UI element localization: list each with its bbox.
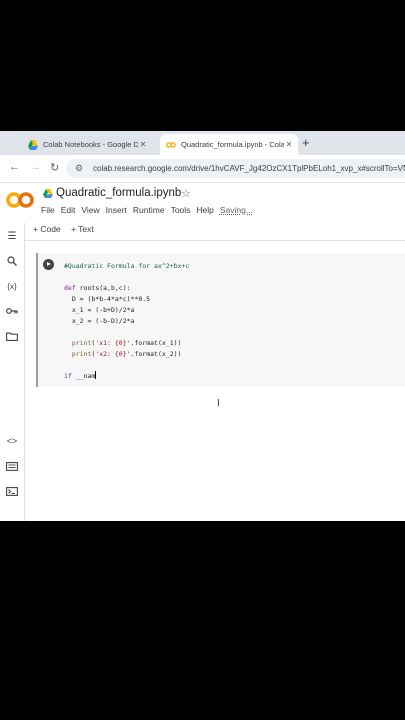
code-line: print('x2: {0}'.format(x_2)): [71, 350, 182, 358]
code-line: x_1 = (-b+D)/2*a: [64, 306, 135, 314]
menu-tools[interactable]: Tools: [171, 205, 191, 215]
files-icon[interactable]: [5, 329, 19, 343]
text-cursor: [95, 371, 97, 379]
menu-help[interactable]: Help: [196, 205, 213, 215]
tab-colab-notebooks[interactable]: Colab Notebooks - Google Drive ✕: [22, 134, 152, 155]
notebook-toolbar: + Code + Text: [25, 223, 405, 240]
google-drive-icon: [43, 189, 53, 198]
address-bar: ← → ↻ ⚙ colab.research.google.com/drive/…: [0, 155, 405, 183]
reload-icon[interactable]: ↻: [50, 161, 59, 174]
google-drive-icon: [28, 139, 38, 150]
star-icon[interactable]: ☆: [181, 187, 191, 200]
tab-title: Quadratic_formula.ipynb - Colab: [181, 140, 284, 149]
command-palette-icon[interactable]: [5, 459, 19, 473]
secrets-key-icon[interactable]: [5, 304, 19, 318]
url-field[interactable]: ⚙ colab.research.google.com/drive/1hvCAV…: [66, 159, 405, 178]
mouse-ibeam-icon: I: [217, 398, 220, 409]
forward-icon[interactable]: →: [30, 161, 41, 173]
colab-header: Quadratic_formula.ipynb ☆ File Edit View…: [0, 183, 405, 223]
code-snippets-icon[interactable]: <>: [5, 434, 19, 448]
notebook-title[interactable]: Quadratic_formula.ipynb: [56, 187, 181, 199]
tab-title: Colab Notebooks - Google Drive: [43, 140, 138, 149]
menu-runtime[interactable]: Runtime: [133, 205, 165, 215]
browser-tab-bar: Colab Notebooks - Google Drive ✕ Quadrat…: [0, 131, 405, 155]
back-icon[interactable]: ←: [9, 161, 20, 173]
add-text-cell-button[interactable]: + Text: [71, 224, 94, 234]
colab-logo-icon[interactable]: [6, 191, 34, 209]
code-line: D = (b*b-4*a*c)**0.5: [64, 295, 151, 303]
run-cell-button[interactable]: [43, 259, 54, 270]
close-tab-icon[interactable]: ✕: [284, 140, 294, 149]
close-tab-icon[interactable]: ✕: [138, 140, 148, 149]
code-cell[interactable]: #Quadratic Formula for ax^2+bx+c def roo…: [36, 253, 405, 387]
code-line: #Quadratic Formula for ax^2+bx+c: [64, 262, 190, 270]
search-icon[interactable]: [5, 254, 19, 268]
menu-insert[interactable]: Insert: [106, 205, 127, 215]
add-code-cell-button[interactable]: + Code: [33, 224, 61, 234]
table-of-contents-icon[interactable]: ☰: [5, 229, 19, 243]
menu-bar: File Edit View Insert Runtime Tools Help…: [41, 205, 253, 215]
code-line: x_2 = (-b-D)/2*a: [64, 317, 135, 325]
variables-icon[interactable]: {x}: [5, 279, 19, 293]
tab-quadratic-formula[interactable]: Quadratic_formula.ipynb - Colab ✕: [160, 134, 298, 155]
site-info-icon[interactable]: ⚙: [75, 163, 87, 174]
toolbar-divider: [24, 240, 405, 241]
code-editor[interactable]: #Quadratic Formula for ax^2+bx+c def roo…: [64, 261, 189, 382]
screen: Colab Notebooks - Google Drive ✕ Quadrat…: [0, 131, 405, 521]
left-sidebar: ☰ {x} <>: [0, 223, 25, 521]
save-status: Saving...: [219, 205, 253, 215]
colab-icon: [166, 141, 176, 148]
code-line: if __nam: [64, 372, 96, 380]
url-text: colab.research.google.com/drive/1hvCAVF_…: [93, 164, 405, 173]
code-line: print('x1: {0}'.format(x_1)): [71, 339, 182, 347]
menu-edit[interactable]: Edit: [61, 205, 76, 215]
menu-view[interactable]: View: [81, 205, 99, 215]
new-tab-button[interactable]: +: [302, 135, 310, 150]
terminal-icon[interactable]: [5, 484, 19, 498]
code-line: def roots(a,b,c):: [64, 284, 131, 292]
menu-file[interactable]: File: [41, 205, 55, 215]
